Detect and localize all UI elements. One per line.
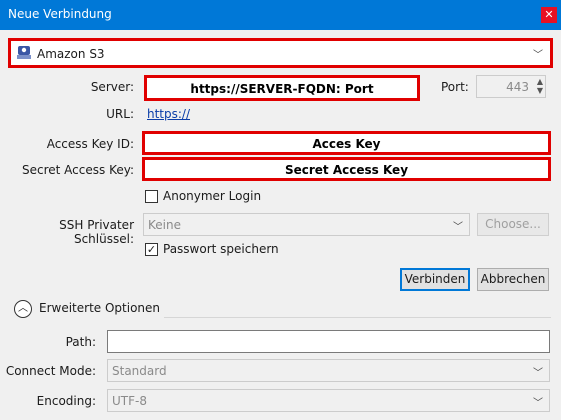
port-label: Port:: [441, 80, 469, 94]
port-stepper-icon[interactable]: ▲ ▼: [537, 77, 543, 95]
protocol-combo[interactable]: Amazon S3 ﹀: [8, 38, 553, 68]
port-value: 443: [506, 80, 529, 94]
window-title: Neue Verbindung: [8, 7, 112, 21]
encoding-select[interactable]: UTF-8 ﹀: [107, 389, 550, 412]
url-link[interactable]: https://: [147, 107, 190, 121]
chevron-down-icon: ﹀: [453, 222, 463, 233]
url-label: URL:: [106, 107, 134, 121]
chevron-down-icon: ﹀: [533, 50, 543, 61]
ssh-key-label: SSH Privater Schlüssel:: [59, 218, 134, 246]
title-bar: Neue Verbindung ✕: [0, 0, 561, 30]
connect-mode-label: Connect Mode:: [5, 364, 96, 378]
connect-mode-value: Standard: [112, 364, 167, 378]
collapse-icon[interactable]: ︿: [14, 300, 32, 318]
advanced-label: Erweiterte Optionen: [39, 301, 161, 315]
access-key-field[interactable]: Acces Key: [142, 131, 551, 155]
chevron-down-icon: ﹀: [533, 368, 543, 379]
secret-key-value: Secret Access Key: [284, 163, 409, 177]
choose-button[interactable]: Choose...: [477, 213, 549, 236]
port-field[interactable]: 443 ▲ ▼: [476, 75, 546, 98]
anonymous-checkbox[interactable]: [145, 190, 158, 203]
path-input[interactable]: [107, 330, 550, 353]
path-label: Path:: [65, 335, 96, 349]
connect-button[interactable]: Verbinden: [400, 268, 470, 291]
access-key-value: Acces Key: [312, 137, 381, 151]
encoding-value: UTF-8: [112, 394, 147, 408]
separator: [164, 317, 551, 318]
save-password-checkbox[interactable]: ✓: [145, 243, 158, 256]
ssh-key-value: Keine: [148, 218, 181, 232]
cancel-button[interactable]: Abbrechen: [477, 268, 549, 291]
s3-icon: [17, 45, 31, 60]
encoding-label: Encoding:: [36, 394, 96, 408]
connect-mode-select[interactable]: Standard ﹀: [107, 359, 550, 382]
close-icon[interactable]: ✕: [541, 7, 557, 23]
access-key-label: Access Key ID:: [46, 137, 134, 151]
server-label: Server:: [90, 80, 134, 94]
anonymous-label: Anonymer Login: [163, 189, 262, 203]
ssh-key-select[interactable]: Keine ﹀: [143, 213, 470, 236]
chevron-down-icon: ﹀: [533, 398, 543, 409]
server-field[interactable]: https://SERVER-FQDN: Port: [144, 75, 420, 101]
save-password-label: Passwort speichern: [163, 242, 279, 256]
secret-key-label: Secret Access Key:: [22, 163, 134, 177]
dialog-body: Amazon S3 ﹀ Server: https://SERVER-FQDN:…: [0, 30, 561, 420]
secret-key-field[interactable]: Secret Access Key: [142, 157, 551, 181]
protocol-value: Amazon S3: [37, 47, 105, 61]
server-value: https://SERVER-FQDN: Port: [190, 82, 374, 96]
